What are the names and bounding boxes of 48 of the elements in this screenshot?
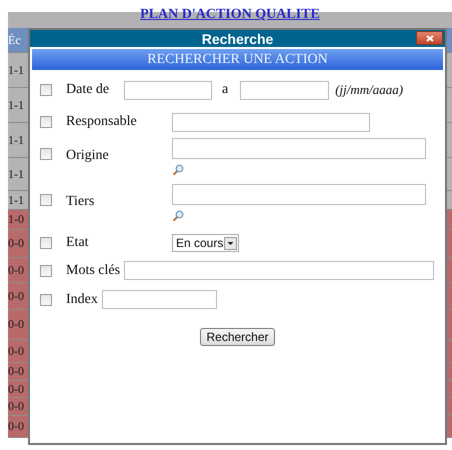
table-cell: 0-0 (8, 236, 24, 251)
checkbox[interactable] (40, 116, 52, 128)
checkbox[interactable] (40, 264, 52, 276)
field-label: Mots clés (66, 262, 120, 278)
status-dropdown[interactable]: En cours (172, 234, 240, 252)
table-cell: 1-0 (8, 212, 24, 227)
input-field[interactable] (172, 112, 370, 132)
table-cell: 0-0 (8, 399, 24, 414)
checkbox[interactable] (40, 237, 52, 249)
search-icon[interactable] (172, 210, 184, 222)
table-cell: 1-1 (8, 98, 24, 112)
close-icon (426, 34, 434, 42)
field-label: Tiers (66, 194, 96, 210)
field-label: a (222, 82, 228, 98)
format-hint: (jj/mm/aaaa) (335, 82, 404, 98)
dialog-title: Recherche (202, 30, 274, 46)
table-cell: 1-1 (8, 166, 24, 182)
table-cell: 0-0 (8, 317, 24, 332)
field-label: Date de (66, 82, 110, 98)
caret-icon (224, 236, 238, 250)
table-cell: 0-0 (8, 364, 24, 379)
search-icon[interactable] (172, 164, 184, 176)
table-cell: 1-1 (8, 62, 24, 78)
field-label: Responsable (66, 114, 138, 130)
checkbox[interactable] (40, 194, 52, 206)
table-cell: Éc (8, 32, 21, 48)
input-field[interactable] (124, 80, 212, 100)
input-field[interactable] (124, 261, 434, 280)
table-cell: 1-1 (8, 132, 24, 148)
input-field[interactable] (102, 290, 217, 309)
checkbox[interactable] (40, 148, 52, 160)
table-cell: 0-0 (8, 344, 24, 358)
input-field[interactable] (172, 184, 426, 205)
table-cell: 0-0 (8, 419, 24, 434)
field-label: Index (66, 292, 98, 308)
input-field[interactable] (172, 138, 426, 159)
field-label: Etat (66, 235, 90, 251)
table-cell: 0-0 (8, 288, 24, 304)
search-button[interactable]: Rechercher (200, 328, 275, 346)
table-cell: 0-0 (8, 382, 24, 396)
table-cell: 1-1 (8, 192, 24, 208)
checkbox[interactable] (40, 84, 52, 96)
table-cell: 0-0 (8, 262, 24, 278)
section-heading: RECHERCHER UNE ACTION (32, 49, 443, 70)
input-field[interactable] (240, 80, 330, 100)
checkbox[interactable] (40, 294, 52, 306)
field-label: Origine (66, 148, 110, 164)
close-button[interactable] (416, 31, 443, 45)
